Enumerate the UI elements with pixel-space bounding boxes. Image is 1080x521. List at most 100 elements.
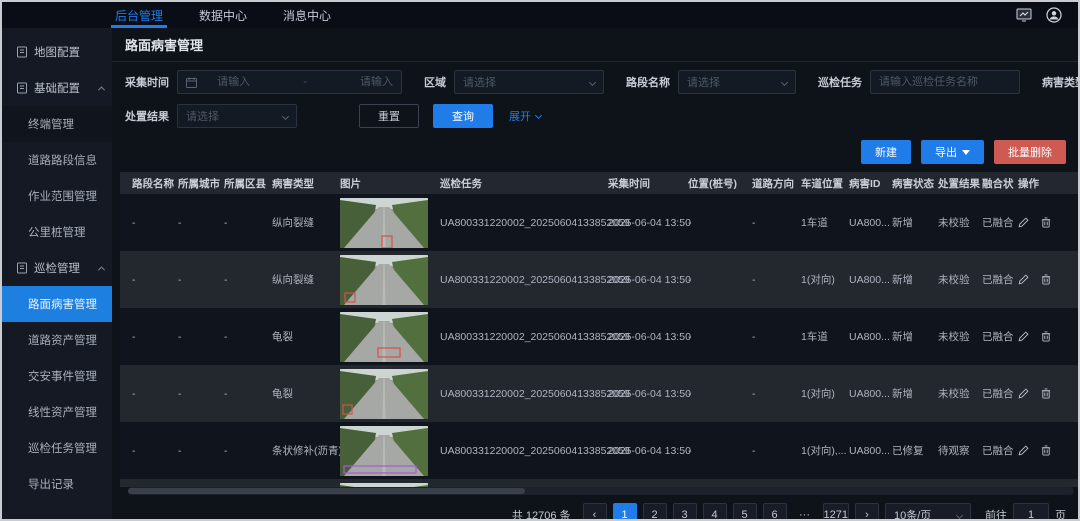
sidebar-item[interactable]: 导出记录 <box>2 466 112 502</box>
sidebar-item[interactable]: 巡检任务管理 <box>2 430 112 466</box>
delete-icon[interactable] <box>1041 274 1051 285</box>
delete-icon[interactable] <box>1041 331 1051 342</box>
sidebar-item[interactable]: 道路资产管理 <box>2 322 112 358</box>
table-row[interactable]: - - - 龟裂 UA800331220002_2025060413385205… <box>120 308 1078 365</box>
sidebar-item[interactable]: 线性资产管理 <box>2 394 112 430</box>
sidebar-item[interactable]: 道路路段信息 <box>2 142 112 178</box>
user-avatar-icon[interactable] <box>1046 7 1062 23</box>
cell-result: 未校验 <box>938 215 982 230</box>
tab-message-center[interactable]: 消息中心 <box>265 2 349 28</box>
main-content: 路面病害管理 采集时间 - <box>112 28 1078 519</box>
column-header: 所属城市 <box>178 176 224 191</box>
delete-icon[interactable] <box>1041 388 1051 399</box>
sidebar-item[interactable]: 交安事件管理 <box>2 358 112 394</box>
date-range-picker[interactable]: - <box>177 70 402 94</box>
cell-time: 2025-06-04 13:50 <box>608 217 688 229</box>
chevron-down-icon <box>956 511 963 518</box>
more-pages-ellipsis[interactable]: ··· <box>793 503 817 521</box>
date-end-input[interactable] <box>323 76 393 88</box>
page-button[interactable]: 1271 <box>823 503 849 521</box>
reset-button[interactable]: 重置 <box>359 104 419 128</box>
sidebar-item[interactable]: 路面病害管理 <box>2 286 112 322</box>
sidebar-item[interactable]: 巡检管理 <box>2 250 112 286</box>
next-page-button[interactable]: › <box>855 503 879 521</box>
page-size-select[interactable]: 10条/页 <box>885 503 971 521</box>
region-select[interactable]: 请选择 <box>454 70 604 94</box>
edit-icon[interactable] <box>1018 274 1029 285</box>
page-button[interactable]: 3 <box>673 503 697 521</box>
page-size-value: 10条/页 <box>894 507 931 521</box>
sidebar-item[interactable]: 基础配置 <box>2 70 112 106</box>
cell-image[interactable] <box>340 255 440 305</box>
table-toolbar: 新建 导出 批量删除 <box>112 138 1078 172</box>
column-header: 病害状态 <box>892 176 938 191</box>
sidebar-item-label: 巡检任务管理 <box>28 440 97 456</box>
horizontal-scrollbar[interactable] <box>128 487 1074 495</box>
cell-fusion: 已融合 <box>982 272 1018 287</box>
sidebar-item-label: 道路资产管理 <box>28 332 97 348</box>
road-name-select[interactable]: 请选择 <box>678 70 796 94</box>
date-start-input[interactable] <box>217 76 287 88</box>
edit-icon[interactable] <box>1018 331 1029 342</box>
data-table: 路段名称所属城市所属区县病害类型图片巡检任务采集时间位置(桩号)道路方向车道位置… <box>120 172 1078 495</box>
table-row[interactable]: - - - 纵向裂缝 UA800331220002_20250604133852… <box>120 194 1078 251</box>
edit-icon[interactable] <box>1018 388 1029 399</box>
cell-time: 2025-06-04 13:50 <box>608 388 688 400</box>
cell-image[interactable] <box>340 426 440 476</box>
table-row[interactable] <box>120 479 1078 487</box>
delete-icon[interactable] <box>1041 217 1051 228</box>
sidebar-item-label: 路面病害管理 <box>28 296 97 312</box>
sidebar-item[interactable]: 地图配置 <box>2 34 112 70</box>
scrollbar-thumb[interactable] <box>128 488 525 494</box>
road-photo-thumbnail <box>340 198 428 248</box>
export-label: 导出 <box>935 144 957 160</box>
prev-page-button[interactable]: ‹ <box>583 503 607 521</box>
new-button[interactable]: 新建 <box>861 140 911 164</box>
page-button[interactable]: 4 <box>703 503 727 521</box>
sidebar-item-label: 道路路段信息 <box>28 152 97 168</box>
column-header: 路段名称 <box>132 176 178 191</box>
cell-image[interactable] <box>340 198 440 248</box>
page-title: 路面病害管理 <box>125 35 203 54</box>
batch-delete-button[interactable]: 批量删除 <box>994 140 1066 164</box>
page-button[interactable]: 1 <box>613 503 637 521</box>
cell-status: 新增 <box>892 215 938 230</box>
task-input-box[interactable] <box>870 70 1020 94</box>
cell-image[interactable] <box>340 312 440 362</box>
sidebar-item[interactable]: 终端管理 <box>2 106 112 142</box>
chevron-down-icon <box>589 78 596 85</box>
cell-operations <box>1018 274 1068 285</box>
goto-page-input[interactable] <box>1013 503 1049 521</box>
screen-icon[interactable] <box>1016 8 1032 22</box>
sidebar-item[interactable]: 公里桩管理 <box>2 214 112 250</box>
road-photo-thumbnail <box>340 255 428 305</box>
column-header: 图片 <box>340 176 440 191</box>
cell-time: 2025-06-04 13:50 <box>608 274 688 286</box>
export-button[interactable]: 导出 <box>921 140 984 164</box>
edit-icon[interactable] <box>1018 445 1029 456</box>
edit-icon[interactable] <box>1018 217 1029 228</box>
table-row[interactable]: - - - 龟裂 UA800331220002_2025060413385205… <box>120 365 1078 422</box>
cell-stake: - <box>688 274 752 286</box>
sidebar-item-label: 基础配置 <box>34 80 80 96</box>
tab-data-center[interactable]: 数据中心 <box>181 2 265 28</box>
tab-backend[interactable]: 后台管理 <box>97 2 181 28</box>
sidebar-item[interactable]: 作业范围管理 <box>2 178 112 214</box>
search-button[interactable]: 查询 <box>433 104 493 128</box>
page-button[interactable]: 6 <box>763 503 787 521</box>
cell-disease-type: 龟裂 <box>272 329 340 344</box>
sidebar-item-label: 线性资产管理 <box>28 404 97 420</box>
cell-direction: - <box>752 217 801 229</box>
date-separator: - <box>303 76 307 88</box>
table-row[interactable]: - - - 纵向裂缝 UA800331220002_20250604133852… <box>120 251 1078 308</box>
cell-image[interactable] <box>340 369 440 419</box>
cell-stake: - <box>688 445 752 457</box>
delete-icon[interactable] <box>1041 445 1051 456</box>
page-button[interactable]: 2 <box>643 503 667 521</box>
cell-fusion: 已融合 <box>982 443 1018 458</box>
expand-link[interactable]: 展开 <box>509 108 541 124</box>
table-row[interactable]: - - - 条状修补(沥青) UA800331220002_2025060413… <box>120 422 1078 479</box>
page-button[interactable]: 5 <box>733 503 757 521</box>
task-name-input[interactable] <box>879 76 1011 88</box>
result-select[interactable]: 请选择 <box>177 104 297 128</box>
